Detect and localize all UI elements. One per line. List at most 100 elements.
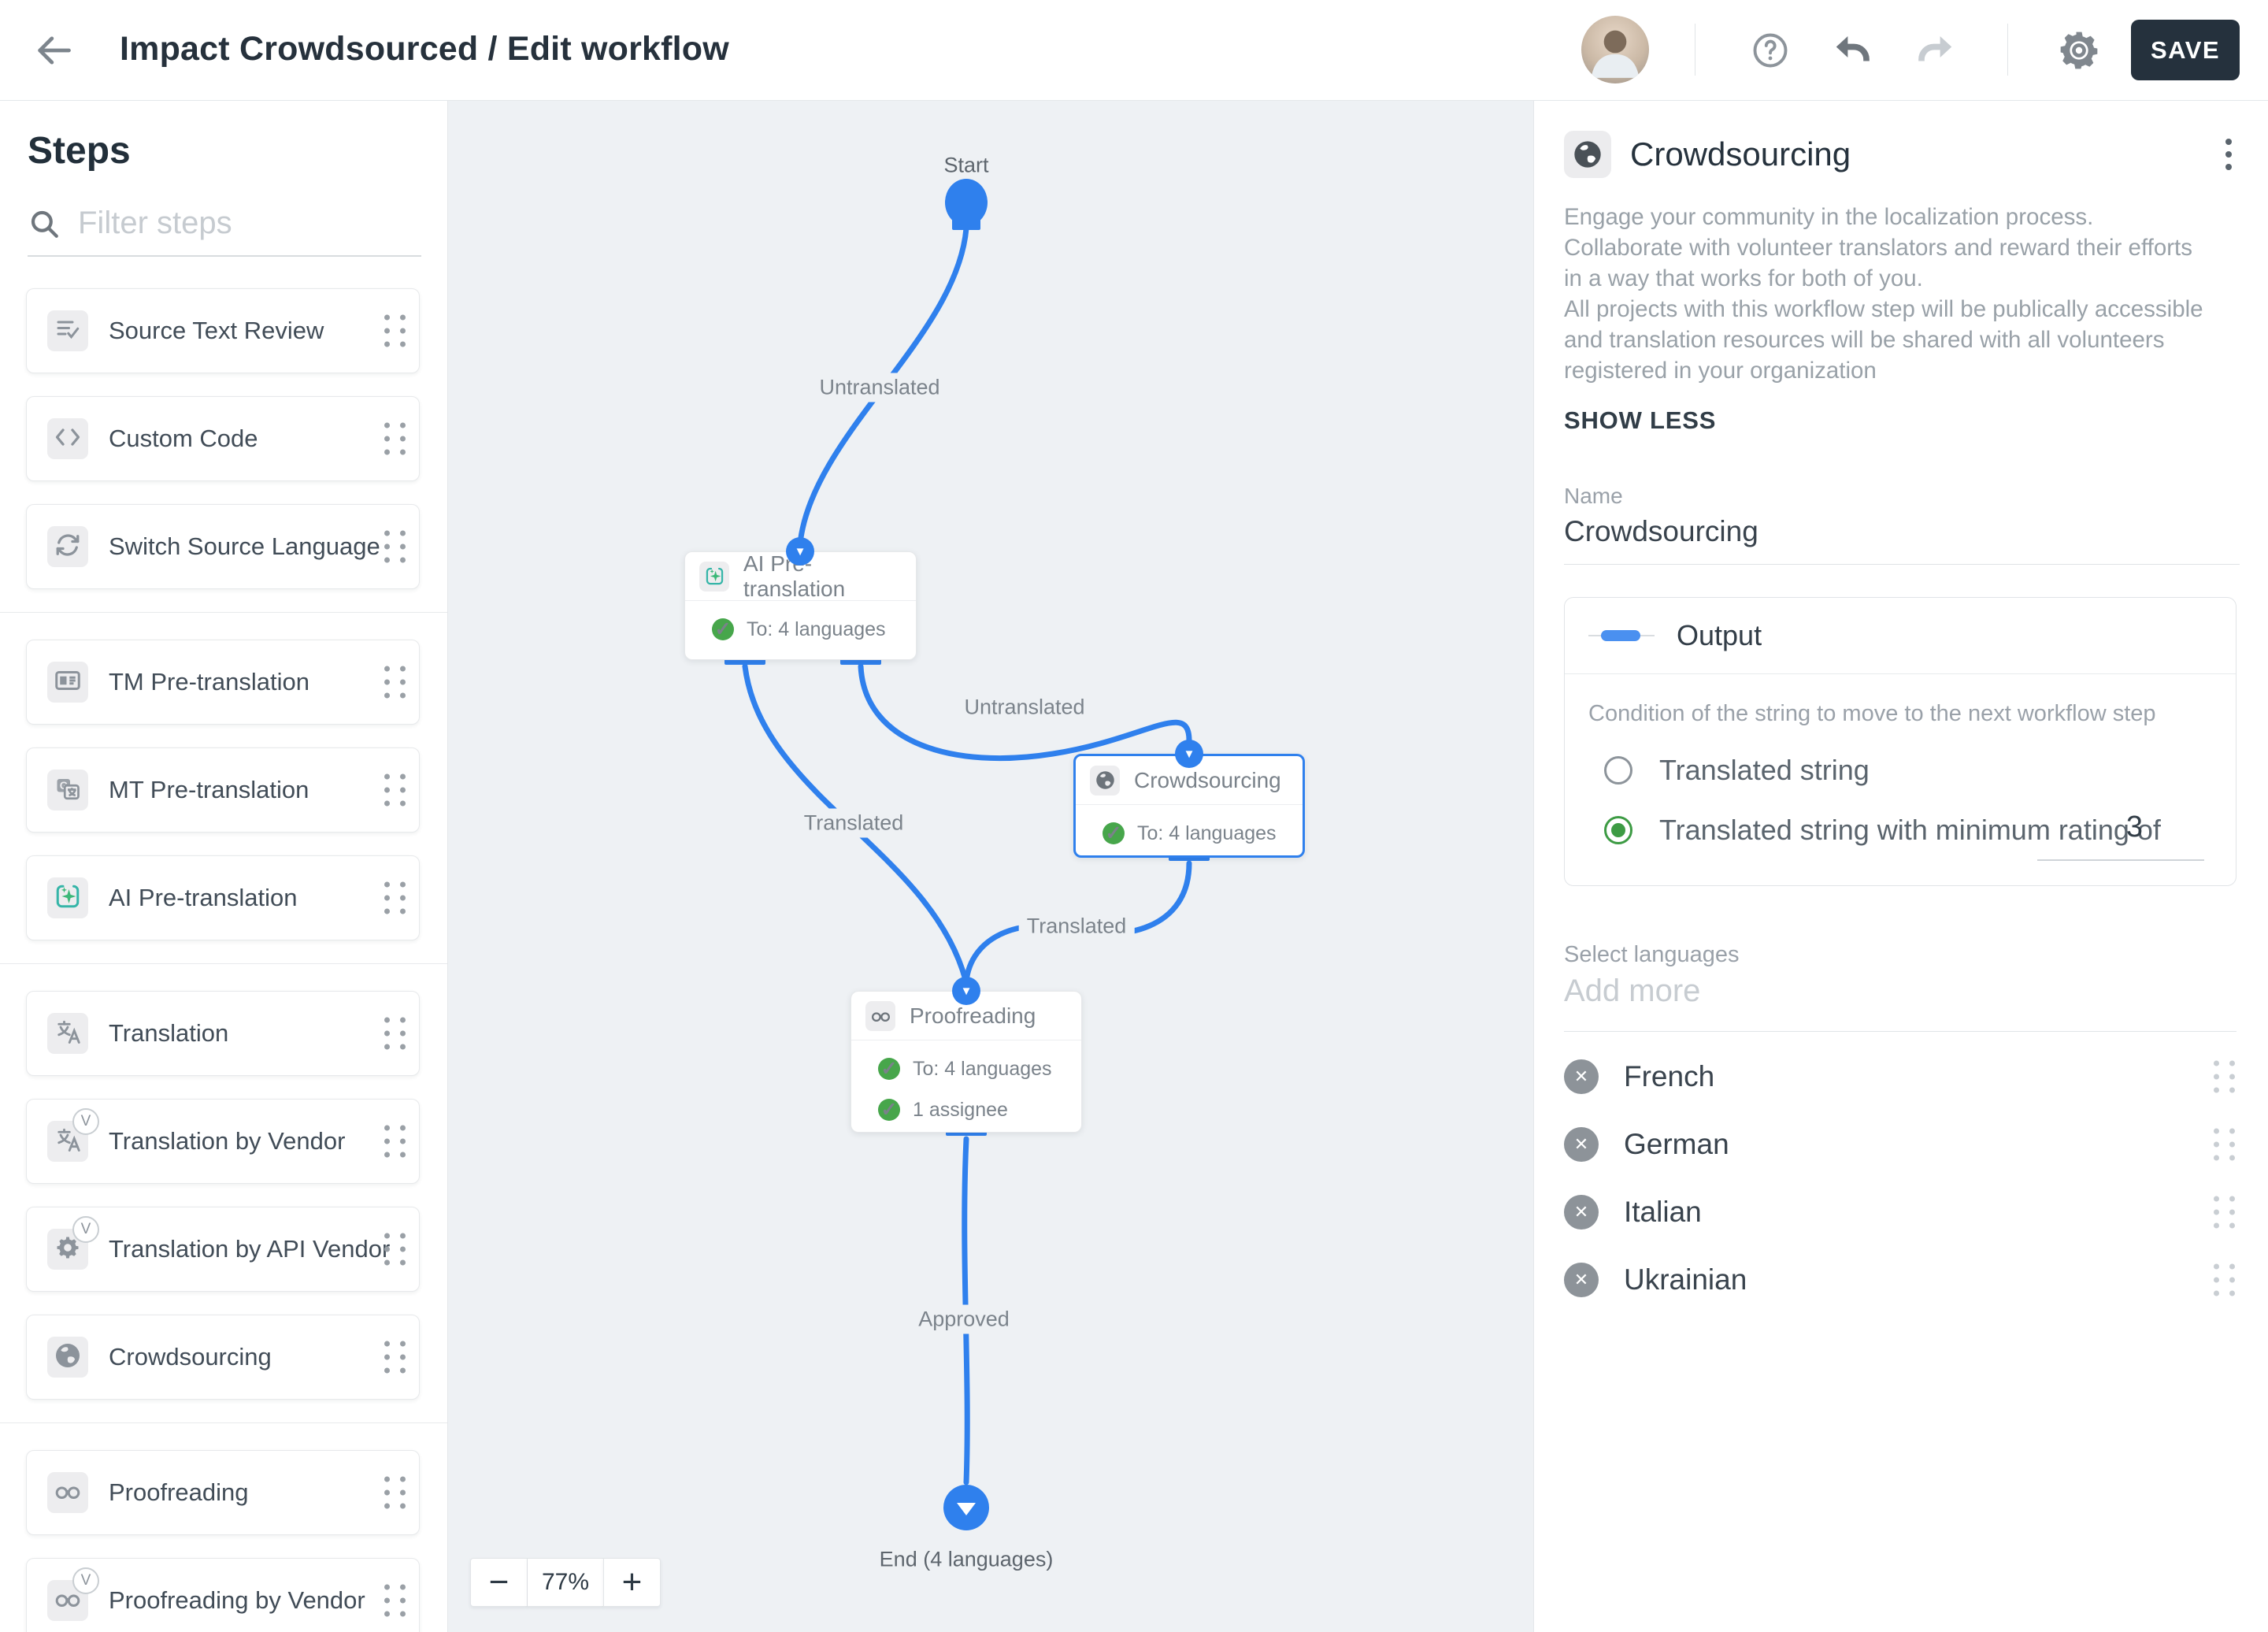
- step-card-label: Switch Source Language: [109, 532, 380, 560]
- edge-label-approved: Approved: [910, 1304, 1017, 1334]
- filter-steps-input[interactable]: [78, 206, 421, 241]
- step-card-label: Proofreading by Vendor: [109, 1586, 365, 1614]
- step-card[interactable]: Proofreading: [26, 1450, 420, 1535]
- edge-arrow-pin: ▼: [786, 537, 814, 566]
- edge-label-untranslated: Untranslated: [811, 373, 948, 402]
- edge-arrow-pin: ▼: [1175, 740, 1203, 768]
- glasses-icon: [865, 1000, 895, 1031]
- step-card-label: MT Pre-translation: [109, 776, 309, 803]
- ai-icon: [54, 882, 82, 914]
- steps-list: Source Text Review Custom Code Switch So…: [0, 288, 447, 1632]
- end-label: End (4 languages): [879, 1547, 1054, 1571]
- drag-handle-icon[interactable]: [384, 666, 406, 699]
- remove-language-icon[interactable]: ✕: [1564, 1059, 1599, 1094]
- drag-handle-icon[interactable]: [2214, 1196, 2235, 1229]
- selected-languages-list: ✕ French ✕ German ✕ Italian ✕ Ukrainian: [1564, 1043, 2240, 1314]
- start-label: Start: [943, 153, 989, 177]
- steps-group-divider: [0, 1422, 447, 1423]
- panel-title: Crowdsourcing: [1630, 135, 1851, 172]
- step-card-label: AI Pre-translation: [109, 884, 298, 911]
- condition-option-label: Translated string with minimum rating of: [1659, 814, 2161, 846]
- drag-handle-icon[interactable]: [384, 881, 406, 914]
- output-connector-icon: [1588, 630, 1655, 641]
- edge-label-translated: Translated: [1018, 911, 1135, 941]
- tm-icon: [54, 666, 82, 699]
- top-bar: Impact Crowdsourced / Edit workflow SAVE: [0, 0, 2268, 101]
- zoom-control: − 77% +: [470, 1558, 661, 1607]
- condition-option[interactable]: Translated string with minimum rating of…: [1604, 810, 2212, 861]
- drag-handle-icon[interactable]: [2214, 1263, 2235, 1296]
- workflow-canvas[interactable]: Start End (4 languages) Untranslated Unt…: [448, 101, 1533, 1632]
- remove-language-icon[interactable]: ✕: [1564, 1127, 1599, 1162]
- step-card[interactable]: Translation: [26, 991, 420, 1076]
- start-node-circle: [945, 179, 988, 226]
- edge-label-untranslated: Untranslated: [956, 692, 1093, 722]
- redo-icon[interactable]: [1912, 27, 1959, 74]
- step-card[interactable]: AI Pre-translation: [26, 855, 420, 940]
- condition-option-label: Translated string: [1659, 754, 1870, 786]
- drag-handle-icon[interactable]: [384, 1341, 406, 1374]
- globe-icon: [54, 1341, 82, 1374]
- drag-handle-icon[interactable]: [2214, 1128, 2235, 1161]
- back-arrow-icon[interactable]: [33, 30, 74, 71]
- drag-handle-icon[interactable]: [384, 773, 406, 807]
- radio-icon[interactable]: [1604, 756, 1632, 784]
- step-card[interactable]: G MT Pre-translation: [26, 747, 420, 833]
- drag-handle-icon[interactable]: [384, 1584, 406, 1617]
- step-card[interactable]: Custom Code: [26, 396, 420, 481]
- condition-option[interactable]: Translated string: [1604, 754, 2212, 787]
- globe-icon: [1090, 765, 1120, 796]
- node-ai-pre-translation[interactable]: AI Pre-translation ✓ To: 4 languages: [684, 551, 917, 660]
- settings-gear-icon[interactable]: [2055, 27, 2103, 74]
- node-crowdsourcing[interactable]: Crowdsourcing ✓ To: 4 languages: [1073, 754, 1305, 858]
- avatar[interactable]: [1581, 16, 1649, 83]
- remove-language-icon[interactable]: ✕: [1564, 1263, 1599, 1297]
- node-title: Crowdsourcing: [1134, 767, 1281, 792]
- drag-handle-icon[interactable]: [384, 1125, 406, 1158]
- help-icon[interactable]: [1747, 27, 1794, 74]
- step-card[interactable]: Switch Source Language: [26, 504, 420, 589]
- step-card[interactable]: TM Pre-translation: [26, 640, 420, 725]
- drag-handle-icon[interactable]: [2214, 1060, 2235, 1093]
- undo-icon[interactable]: [1829, 27, 1876, 74]
- drag-handle-icon[interactable]: [384, 422, 406, 455]
- step-card-label: Custom Code: [109, 425, 258, 452]
- drag-handle-icon[interactable]: [384, 314, 406, 347]
- step-settings-panel: Crowdsourcing Engage your community in t…: [1533, 101, 2268, 1632]
- node-proofreading[interactable]: Proofreading ✓ To: 4 languages ✓ 1 assignee: [850, 991, 1082, 1133]
- zoom-out-button[interactable]: −: [470, 1558, 528, 1607]
- node-row-text: To: 4 languages: [1137, 822, 1277, 844]
- check-icon: ✓: [1102, 822, 1125, 844]
- code-icon: [54, 423, 82, 455]
- save-button[interactable]: SAVE: [2131, 20, 2240, 80]
- sidebar-title: Steps: [28, 130, 131, 172]
- filter-steps-field[interactable]: [28, 206, 421, 257]
- show-less-button[interactable]: SHOW LESS: [1564, 406, 1716, 435]
- step-card[interactable]: V Translation by API Vendor: [26, 1207, 420, 1292]
- drag-handle-icon[interactable]: [384, 1233, 406, 1266]
- condition-label: Condition of the string to move to the n…: [1588, 701, 2156, 726]
- step-card[interactable]: V Proofreading by Vendor: [26, 1558, 420, 1632]
- workflow-editor: Impact Crowdsourced / Edit workflow SAVE…: [0, 0, 2268, 1632]
- step-card[interactable]: V Translation by Vendor: [26, 1099, 420, 1184]
- vendor-badge: V: [72, 1567, 99, 1594]
- step-card-label: TM Pre-translation: [109, 668, 309, 695]
- zoom-in-button[interactable]: +: [603, 1558, 661, 1607]
- min-rating-input[interactable]: 3: [2126, 810, 2143, 844]
- drag-handle-icon[interactable]: [384, 1017, 406, 1050]
- ai-icon: [699, 561, 729, 592]
- edge-arrow-pin: ▼: [952, 977, 980, 1005]
- output-title: Output: [1677, 619, 1762, 651]
- step-card[interactable]: Source Text Review: [26, 288, 420, 373]
- zoom-level: 77%: [528, 1558, 603, 1607]
- add-more-languages-input[interactable]: Add more: [1564, 974, 2236, 1032]
- search-icon: [28, 207, 61, 240]
- remove-language-icon[interactable]: ✕: [1564, 1195, 1599, 1230]
- name-input[interactable]: Crowdsourcing: [1564, 515, 2240, 565]
- radio-icon[interactable]: [1604, 816, 1632, 844]
- drag-handle-icon[interactable]: [384, 1476, 406, 1509]
- step-card[interactable]: Crowdsourcing: [26, 1315, 420, 1400]
- kebab-menu-icon[interactable]: [2218, 131, 2240, 178]
- drag-handle-icon[interactable]: [384, 530, 406, 563]
- node-row-text: 1 assignee: [913, 1098, 1008, 1121]
